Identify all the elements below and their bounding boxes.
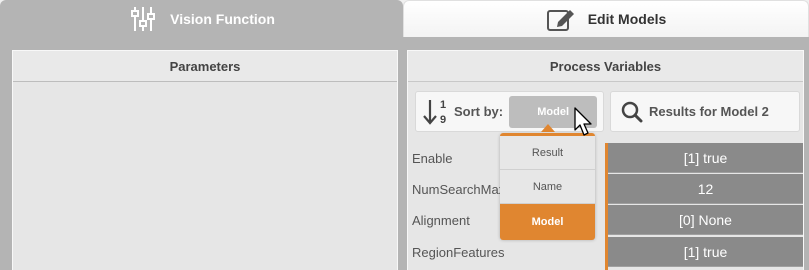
tab-vision-function[interactable]: Vision Function — [0, 0, 403, 37]
process-variables-header: Process Variables — [408, 51, 803, 82]
variable-name: NumSearchMax — [412, 182, 506, 197]
variable-value[interactable]: [0] None — [608, 205, 803, 235]
table-row: Alignment [0] None — [408, 205, 803, 236]
variable-name: Alignment — [412, 213, 470, 228]
sort-dropdown-menu: Result Name Model — [500, 133, 595, 240]
tab-edit-models-label: Edit Models — [587, 11, 667, 27]
parameters-panel: Parameters — [12, 50, 398, 270]
table-row: Enable [1] true — [408, 143, 803, 174]
process-variables-panel: Process Variables 1 9 Sort by: Model Res… — [407, 50, 804, 270]
sort-option-name[interactable]: Name — [500, 170, 595, 204]
variable-value[interactable]: [1] true — [608, 237, 803, 267]
variable-name: RegionFeatures — [412, 245, 505, 260]
svg-text:1: 1 — [440, 99, 446, 111]
results-button[interactable]: Results for Model 2 — [610, 91, 800, 132]
tab-vision-function-label: Vision Function — [170, 10, 275, 27]
variable-value[interactable]: [1] true — [608, 143, 803, 173]
search-icon — [621, 101, 643, 122]
sort-label: Sort by: — [454, 104, 504, 119]
edit-icon — [546, 5, 576, 33]
table-row: RegionFeatures [1] true — [408, 237, 803, 268]
tab-edit-models[interactable]: Edit Models — [403, 0, 809, 37]
dropdown-caret — [541, 124, 555, 132]
sort-option-result[interactable]: Result — [500, 136, 595, 170]
tab-bar: Vision Function Edit Models — [0, 0, 809, 37]
svg-text:9: 9 — [440, 114, 446, 126]
table-row: NumSearchMax 12 — [408, 174, 803, 205]
results-label: Results for Model 2 — [649, 104, 769, 119]
content-area: Parameters Process Variables 1 9 Sort by… — [0, 37, 809, 270]
parameters-header: Parameters — [13, 51, 397, 82]
sort-numeric-icon: 1 9 — [423, 99, 446, 126]
variable-value[interactable]: 12 — [608, 174, 803, 204]
sliders-icon — [128, 5, 158, 33]
variable-name: Enable — [412, 151, 453, 166]
mouse-pointer-icon — [574, 107, 592, 136]
sort-option-model[interactable]: Model — [500, 204, 595, 240]
